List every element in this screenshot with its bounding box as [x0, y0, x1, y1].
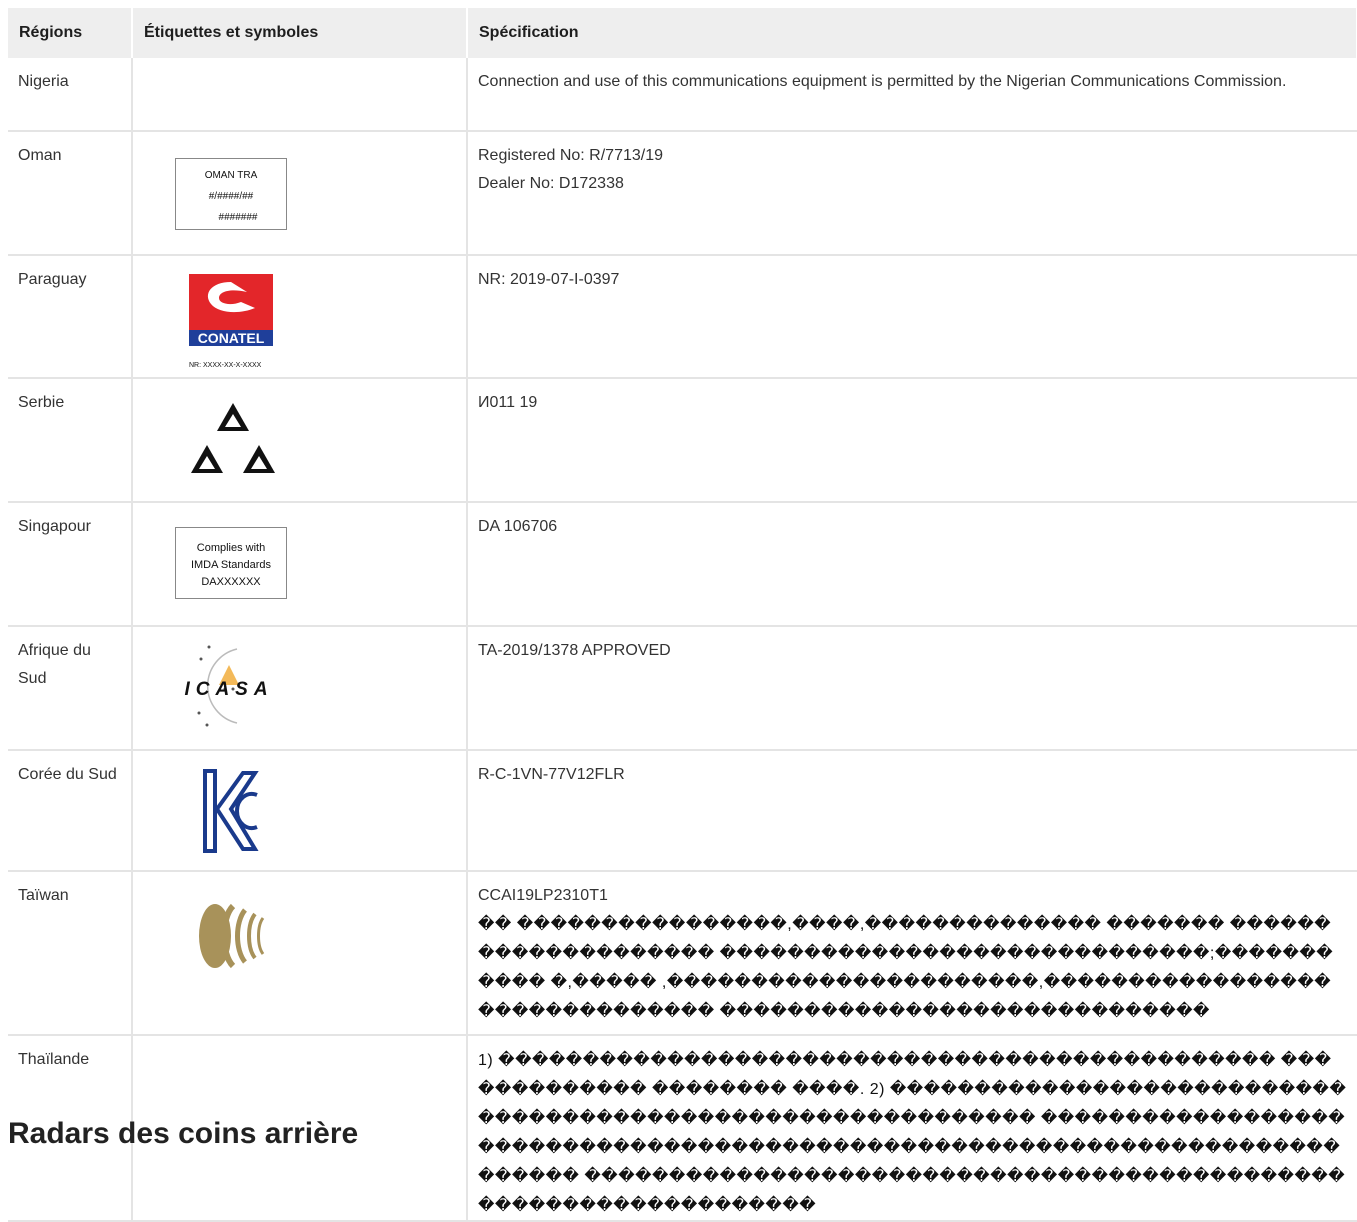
region-cell: Nigeria	[8, 58, 133, 132]
oman-label-line: OMAN TRA	[204, 170, 258, 181]
table-row: Afrique du Sud ICASA TA-2019/1378 APPROV…	[8, 626, 1357, 751]
certification-table: Régions Étiquettes et symboles Spécifica…	[8, 8, 1357, 1222]
conatel-logo-text: CONATEL	[198, 330, 265, 346]
table-row: Serbie И011 19	[8, 378, 1357, 503]
label-cell	[132, 378, 468, 503]
region-cell: Corée du Sud	[8, 750, 133, 872]
header-regions: Régions	[8, 8, 133, 58]
spec-cell: R-C-1VN-77V12FLR	[467, 750, 1357, 872]
region-cell: Oman	[8, 131, 133, 256]
label-cell	[132, 750, 468, 872]
region-cell: Paraguay	[8, 255, 133, 379]
label-cell: ICASA	[132, 626, 468, 751]
imda-label-line: IMDA Standards	[190, 559, 272, 571]
garbled-text: �� ����������������,����,�������������� …	[478, 916, 1334, 1020]
spec-cell: TA-2019/1378 APPROVED	[467, 626, 1357, 751]
region-cell: Serbie	[8, 378, 133, 503]
table-row: Paraguay CONATEL NR: XXXX-XX-X-XXXX NR: …	[8, 255, 1357, 379]
imda-label: Complies with IMDA Standards DAXXXXXX	[175, 527, 287, 599]
oman-tra-label: OMAN TRA #/####/## #######	[175, 158, 287, 230]
spec-line: Registered No: R/7713/19	[478, 147, 663, 164]
table-row: Corée du Sud R-C-1VN-77V12FLR	[8, 750, 1357, 872]
spec-cell: И011 19	[467, 378, 1357, 503]
table-row: Oman OMAN TRA #/####/## ####### Register…	[8, 131, 1357, 256]
spec-cell: CCAI19LP2310T1 �� ����������������,����,…	[467, 871, 1357, 1036]
label-cell	[132, 871, 468, 1036]
document-page: Régions Étiquettes et symboles Spécifica…	[0, 0, 1357, 1222]
imda-label-line: Complies with	[196, 542, 266, 554]
spec-line: Dealer No: D172338	[478, 175, 624, 192]
region-cell: Singapour	[8, 502, 133, 627]
region-cell: Afrique du Sud	[8, 626, 133, 751]
table-header-row: Régions Étiquettes et symboles Spécifica…	[8, 8, 1357, 58]
label-cell	[132, 58, 468, 132]
table-row: Singapour Complies with IMDA Standards D…	[8, 502, 1357, 627]
header-specification: Spécification	[467, 8, 1357, 58]
kc-mark-icon	[203, 769, 259, 853]
label-cell: OMAN TRA #/####/## #######	[132, 131, 468, 256]
oman-label-line: #######	[218, 212, 258, 223]
spec-cell: Connection and use of this communication…	[467, 58, 1357, 132]
icasa-logo-icon: ICASA	[184, 645, 273, 727]
imda-label-line: DAXXXXXX	[201, 576, 261, 588]
section-heading: Radars des coins arrière	[8, 1117, 359, 1150]
spec-cell: NR: 2019-07-I-0397	[467, 255, 1357, 379]
table-row: Taïwan CCAI19LP2310T1 �� ���������������…	[8, 871, 1357, 1036]
conatel-caption: NR: XXXX-XX-X-XXXX	[189, 362, 262, 369]
icasa-logo-text: ICASA	[184, 679, 273, 700]
spec-line: CCAI19LP2310T1	[478, 887, 608, 904]
region-cell: Taïwan	[8, 871, 133, 1036]
label-cell: Complies with IMDA Standards DAXXXXXX	[132, 502, 468, 627]
spec-cell: DA 106706	[467, 502, 1357, 627]
ncc-logo-icon	[199, 903, 265, 969]
serbia-triangle-mark-icon	[191, 403, 275, 473]
label-cell: CONATEL NR: XXXX-XX-X-XXXX	[132, 255, 468, 379]
oman-label-line: #/####/##	[208, 191, 254, 202]
conatel-logo-icon: CONATEL	[189, 274, 273, 346]
spec-cell: 1) �������������������������������������…	[467, 1035, 1357, 1222]
garbled-text: 1) �������������������������������������…	[478, 1052, 1347, 1214]
table-row: Nigeria Connection and use of this commu…	[8, 58, 1357, 132]
spec-cell: Registered No: R/7713/19 Dealer No: D172…	[467, 131, 1357, 256]
header-labels-symbols: Étiquettes et symboles	[132, 8, 468, 58]
